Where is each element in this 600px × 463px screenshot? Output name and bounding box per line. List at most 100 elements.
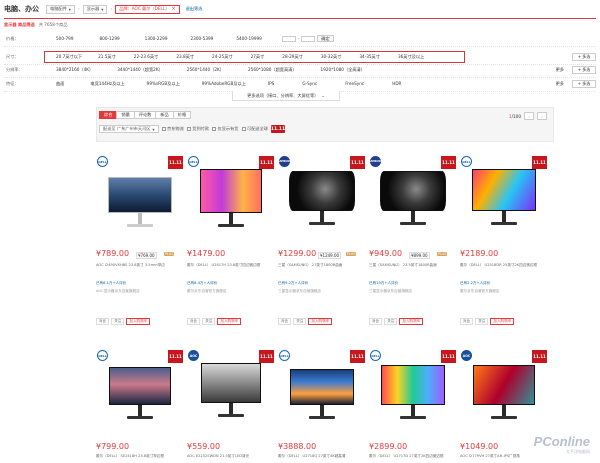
- price-ok-button[interactable]: 确定: [317, 35, 334, 42]
- product-card[interactable]: DELL 11.11 ¥799.00 戴尔（DELL） SE2418H 23.8英寸窄…: [96, 349, 184, 459]
- product-image[interactable]: DELL 11.11: [369, 349, 457, 439]
- filter-option[interactable]: 99%AdobeRGB及以上: [202, 81, 246, 87]
- filter-option[interactable]: 99%sRGB及以上: [147, 81, 180, 87]
- filter-option[interactable]: 1300-2299: [145, 36, 168, 41]
- follow-button[interactable]: 关注: [384, 318, 398, 325]
- comment-count[interactable]: 已有2.2万+人评价: [460, 281, 490, 286]
- product-image[interactable]: DELL 11.11: [96, 155, 184, 245]
- checkbox-jd-logistics[interactable]: 京东物流: [161, 126, 184, 132]
- follow-button[interactable]: 关注: [475, 318, 489, 325]
- more-link[interactable]: 更多: [556, 81, 564, 87]
- checkbox-cod[interactable]: 货到付款: [186, 126, 209, 132]
- shop-name[interactable]: 戴尔京东自营官方旗舰店: [187, 289, 227, 294]
- add-to-cart-button[interactable]: 加入购物车: [217, 318, 242, 325]
- clear-filter-link[interactable]: 退出筛选: [186, 6, 203, 12]
- product-image[interactable]: AOC 11.11: [187, 349, 275, 439]
- comment-count[interactable]: 已有8.4万+人评价: [187, 281, 217, 286]
- product-image[interactable]: DELL 11.11: [278, 349, 366, 439]
- sort-tab-price[interactable]: 价格: [172, 111, 192, 119]
- add-to-cart-button[interactable]: 加入购物车: [399, 318, 424, 325]
- filter-option[interactable]: 800-1299: [100, 36, 120, 41]
- price-max-input[interactable]: [301, 35, 316, 42]
- filter-option[interactable]: FreeSync: [345, 81, 364, 86]
- compare-button[interactable]: 对比: [278, 318, 292, 325]
- product-title[interactable]: 三星（SAMSUNG） 27英寸1800R曲面: [278, 263, 366, 268]
- product-title[interactable]: 戴尔（DELL） U2417H 23.8英寸四边微边框: [187, 263, 275, 268]
- filter-option[interactable]: 电竞144Hz及以上: [90, 81, 124, 87]
- follow-button[interactable]: 关注: [293, 318, 307, 325]
- shop-name[interactable]: 三星显示器京东自营旗舰店: [369, 289, 412, 294]
- shop-name[interactable]: 戴尔京东自营官方旗舰店: [460, 289, 500, 294]
- product-card[interactable]: DELL 11.11 ¥2899.00 戴尔（DELL） U2717D 27英寸2K四…: [369, 349, 457, 459]
- crumb-accessories[interactable]: 电脑配件 ▾: [46, 4, 75, 14]
- filter-option[interactable]: 3440*1440（超宽2K）: [117, 67, 163, 73]
- shop-name[interactable]: 三星显示器京东自营旗舰店: [278, 289, 321, 294]
- product-title[interactable]: 戴尔（DELL） U2718Q 27英寸4K超高清: [278, 454, 366, 459]
- filter-option[interactable]: HDR: [392, 81, 401, 86]
- prev-page-button[interactable]: ‹: [524, 112, 534, 120]
- checkbox-in-stock[interactable]: 仅显示有货: [212, 126, 239, 132]
- sort-tab-comments[interactable]: 评论数: [133, 111, 157, 119]
- follow-button[interactable]: 关注: [202, 318, 216, 325]
- shop-name[interactable]: AOC显示器京东自营旗舰店: [96, 289, 140, 294]
- add-to-cart-button[interactable]: 加入购物车: [308, 318, 333, 325]
- filter-option[interactable]: 曲面: [56, 81, 64, 87]
- add-to-cart-button[interactable]: 加入购物车: [490, 318, 515, 325]
- filter-option[interactable]: 3840*2160（4K）: [56, 67, 93, 73]
- delivery-location-select[interactable]: 配送至 广东广州市天河区 ▾: [99, 125, 159, 133]
- product-title[interactable]: 戴尔（DELL） SE2418H 23.8英寸窄边框: [96, 454, 184, 459]
- product-image[interactable]: AOC 11.11: [460, 349, 548, 439]
- crumb-monitor[interactable]: 显示器 ▾: [82, 4, 108, 14]
- more-options-toggle[interactable]: 更多选项（接口、分辨率、大屏优等） ⌄: [232, 91, 340, 101]
- filter-option[interactable]: 1920*1080（全高清）: [321, 67, 365, 73]
- close-icon[interactable]: ×: [171, 6, 175, 12]
- comment-count[interactable]: 已有6.1万+人评价: [96, 281, 126, 286]
- product-card[interactable]: DELL 11.11 ¥789.00 ¥769.00 PLUS AOC I2490VXHB…: [96, 155, 184, 335]
- comment-count[interactable]: 已有19万+人评价: [369, 281, 398, 286]
- product-card[interactable]: AOC 11.11 ¥559.00 AOC E2252SWDN 21.5英寸LED背光: [187, 349, 275, 459]
- product-image[interactable]: SAMSUNG 11.11: [278, 155, 366, 245]
- crumb-brand-filter[interactable]: 品牌：AOC 戴尔（DELL） ×: [115, 4, 180, 14]
- multi-select-button[interactable]: + 多选: [572, 65, 596, 74]
- multi-select-button[interactable]: + 多选: [572, 52, 596, 61]
- filter-option[interactable]: 2300-5399: [191, 36, 214, 41]
- price-min-input[interactable]: [281, 35, 296, 42]
- sort-tab-sales[interactable]: 销量: [116, 111, 135, 119]
- add-to-cart-button[interactable]: 加入购物车: [126, 318, 151, 325]
- product-card[interactable]: SAMSUNG 11.11 ¥1299.00 ¥1249.00 PLUS 三星（SAMSU…: [278, 155, 366, 335]
- product-card[interactable]: DELL 11.11 ¥1479.00 戴尔（DELL） U2417H 23.8英寸四…: [187, 155, 275, 335]
- product-title[interactable]: 三星（SAMSUNG） 23.5英寸1800R曲面: [369, 263, 457, 268]
- product-card[interactable]: DELL 11.11 ¥2189.00 戴尔（DELL） U2518DR 25英寸2K…: [460, 155, 548, 335]
- category-root[interactable]: 电脑、办公: [4, 4, 39, 14]
- filter-option[interactable]: 2560*1080（超宽高清）: [248, 67, 297, 73]
- comment-count[interactable]: 已有9.2万+人评价: [278, 281, 308, 286]
- sort-tab-new[interactable]: 新品: [155, 111, 174, 119]
- compare-button[interactable]: 对比: [460, 318, 474, 325]
- product-image[interactable]: SAMSUNG 11.11: [369, 155, 457, 245]
- product-title[interactable]: 戴尔（DELL） U2717D 27英寸2K四边微边框: [369, 454, 457, 459]
- filter-options: 500-799 800-1299 1300-2299 2300-5399 540…: [44, 35, 596, 42]
- compare-button[interactable]: 对比: [369, 318, 383, 325]
- filter-option[interactable]: G-Sync: [302, 81, 317, 86]
- more-link[interactable]: 更多: [556, 67, 564, 73]
- filter-option[interactable]: 5400-19999: [236, 36, 262, 41]
- product-image[interactable]: DELL 11.11: [96, 349, 184, 439]
- product-title[interactable]: AOC I2490VXHBS 23.8英寸 3.5mm窄边: [96, 263, 184, 268]
- product-card[interactable]: DELL 11.11 ¥3888.00 戴尔（DELL） U2718Q 27英寸4K超…: [278, 349, 366, 459]
- compare-button[interactable]: 对比: [187, 318, 201, 325]
- product-image[interactable]: DELL 11.11: [187, 155, 275, 245]
- compare-button[interactable]: 对比: [96, 318, 110, 325]
- product-card[interactable]: SAMSUNG 11.11 ¥949.00 ¥899.00 PLUS 三星（SAMSUNG…: [369, 155, 457, 335]
- filter-option[interactable]: 2560*1440（2K）: [187, 67, 224, 73]
- product-title[interactable]: 戴尔（DELL） U2518DR 25英寸2K四边微边框: [460, 263, 548, 268]
- filter-option[interactable]: 500-799: [56, 36, 74, 41]
- multi-select-button[interactable]: + 多选: [572, 79, 596, 88]
- filter-option[interactable]: IPS: [268, 81, 274, 86]
- next-page-button[interactable]: ›: [537, 112, 547, 120]
- follow-button[interactable]: 关注: [111, 318, 125, 325]
- product-image[interactable]: DELL 11.11: [460, 155, 548, 245]
- checkbox-global[interactable]: 可配送全球: [241, 126, 268, 132]
- product-title[interactable]: AOC E2252SWDN 21.5英寸LED背光: [187, 454, 275, 459]
- sort-tab-default[interactable]: 综合: [99, 111, 118, 119]
- promo-badge[interactable]: 11.11: [271, 125, 285, 133]
